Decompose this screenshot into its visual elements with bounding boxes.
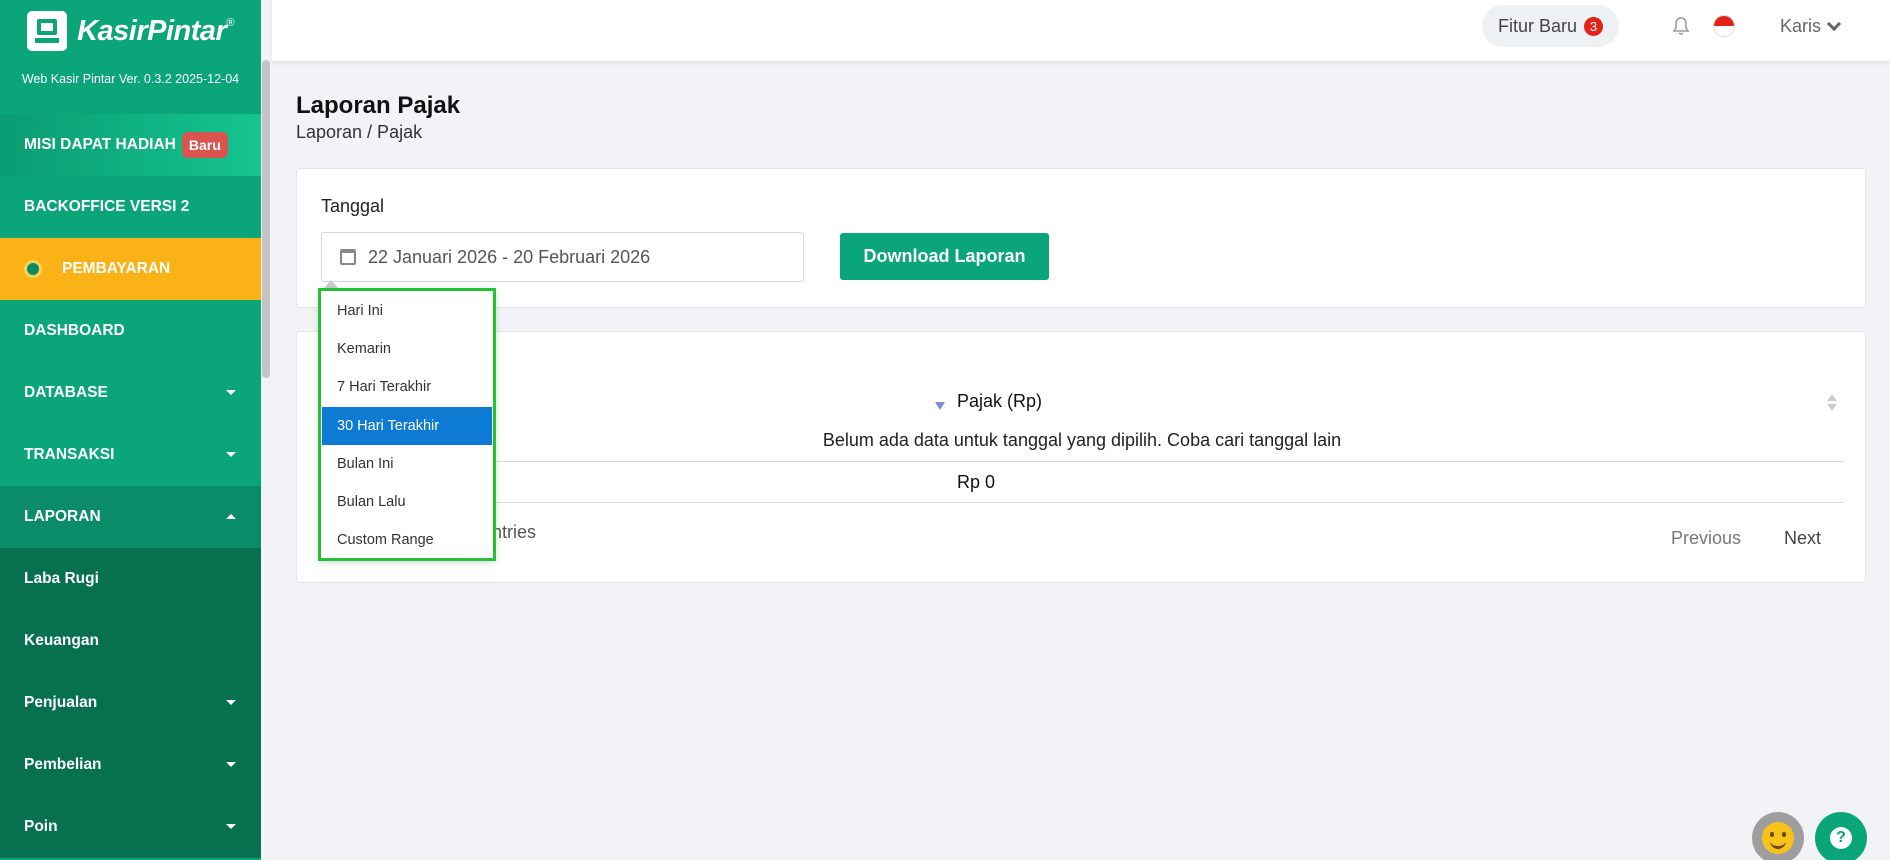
topbar: Fitur Baru 3 Karis xyxy=(272,0,1890,62)
report-table-card: Pajak (Rp) Belum ada data untuk tanggal … xyxy=(296,331,1866,583)
sidebar-item-label: LAPORAN xyxy=(24,508,101,525)
filter-card: Tanggal 22 Januari 2026 - 20 Februari 20… xyxy=(296,168,1866,308)
chevron-down-icon xyxy=(1826,16,1842,32)
smiley-icon xyxy=(1762,822,1794,854)
sidebar-item-label: MISI DAPAT HADIAH xyxy=(24,136,176,153)
fitur-baru-label: Fitur Baru xyxy=(1498,15,1578,36)
empty-table-message: Belum ada data untuk tanggal yang dipili… xyxy=(822,430,1342,450)
sidebar-item-label: DASHBOARD xyxy=(24,322,125,339)
divider xyxy=(321,461,1844,462)
sidebar-item-label: TRANSAKSI xyxy=(24,446,115,463)
range-option-kemarin[interactable]: Kemarin xyxy=(322,330,492,368)
help-button[interactable]: ? xyxy=(1815,812,1867,860)
bell-icon[interactable] xyxy=(1672,16,1690,36)
caret-down-icon xyxy=(226,700,236,705)
sidebar-item-pembayaran[interactable]: PEMBAYARAN xyxy=(0,238,261,300)
sidebar-item-database[interactable]: DATABASE xyxy=(0,362,261,424)
sidebar-item-label: DATABASE xyxy=(24,384,108,401)
caret-down-icon xyxy=(226,452,236,457)
sidebar-item-backoffice[interactable]: BACKOFFICE VERSI 2 xyxy=(0,176,261,238)
page-title: Laporan Pajak xyxy=(296,92,461,119)
divider xyxy=(321,502,1844,503)
submenu-item-pembelian[interactable]: Pembelian xyxy=(0,734,261,796)
download-report-button[interactable]: Download Laporan xyxy=(840,233,1049,280)
indonesia-flag-icon[interactable] xyxy=(1713,15,1735,37)
submenu-item-laba-rugi[interactable]: Laba Rugi xyxy=(0,548,261,610)
submenu-item-penjualan[interactable]: Penjualan xyxy=(0,672,261,734)
user-name: Karis xyxy=(1780,16,1822,36)
dropdown-pointer xyxy=(324,280,338,288)
range-option-30-hari[interactable]: 30 Hari Terakhir xyxy=(322,406,492,445)
total-value: Rp 0 xyxy=(957,472,996,492)
range-option-bulan-lalu[interactable]: Bulan Lalu xyxy=(322,483,492,521)
breadcrumb: Laporan / Pajak xyxy=(296,122,423,142)
sort-icon[interactable] xyxy=(1827,394,1837,411)
caret-up-icon xyxy=(226,514,236,519)
sidebar-item-misi[interactable]: MISI DAPAT HADIAH Baru xyxy=(0,114,261,176)
caret-down-icon xyxy=(226,824,236,829)
sidebar-item-label: BACKOFFICE VERSI 2 xyxy=(24,198,190,215)
range-option-hari-ini[interactable]: Hari Ini xyxy=(322,292,492,330)
submenu-item-poin[interactable]: Poin xyxy=(0,796,261,858)
date-range-dropdown: Hari Ini Kemarin 7 Hari Terakhir 30 Hari… xyxy=(318,288,496,561)
question-icon: ? xyxy=(1830,827,1852,849)
sidebar-scrollbar[interactable] xyxy=(262,60,270,378)
range-option-7-hari[interactable]: 7 Hari Terakhir xyxy=(322,368,492,406)
range-option-bulan-ini[interactable]: Bulan Ini xyxy=(322,445,492,483)
range-option-custom[interactable]: Custom Range xyxy=(322,521,492,559)
brand-name: KasirPintar® xyxy=(77,14,234,47)
submenu-label: Poin xyxy=(24,818,58,835)
submenu-label: Pembelian xyxy=(24,756,102,773)
user-menu[interactable]: Karis xyxy=(1780,16,1842,37)
calendar-icon xyxy=(340,249,356,265)
laporan-submenu: Laba Rugi Keuangan Penjualan Pembelian P… xyxy=(0,548,261,858)
previous-page-button[interactable]: Previous xyxy=(1671,528,1741,549)
sidebar-item-dashboard[interactable]: DASHBOARD xyxy=(0,300,261,362)
date-label: Tanggal xyxy=(321,196,385,216)
feedback-smiley-button[interactable] xyxy=(1752,812,1804,860)
sort-desc-icon[interactable] xyxy=(935,402,945,410)
next-page-button[interactable]: Next xyxy=(1784,528,1821,549)
notification-count-badge: 3 xyxy=(1584,16,1604,36)
fitur-baru-button[interactable]: Fitur Baru 3 xyxy=(1482,5,1620,47)
sidebar: KasirPintar® Web Kasir Pintar Ver. 0.3.2… xyxy=(0,0,261,860)
column-header-pajak[interactable]: Pajak (Rp) xyxy=(957,391,1042,412)
medal-icon xyxy=(24,260,42,278)
caret-down-icon xyxy=(226,390,236,395)
new-badge: Baru xyxy=(181,132,228,158)
brand-block: KasirPintar® Web Kasir Pintar Ver. 0.3.2… xyxy=(0,0,261,114)
sidebar-item-label: PEMBAYARAN xyxy=(62,260,171,277)
caret-down-icon xyxy=(226,762,236,767)
app-version: Web Kasir Pintar Ver. 0.3.2 2025-12-04 xyxy=(21,72,240,86)
submenu-label: Penjualan xyxy=(24,694,98,711)
sidebar-item-laporan[interactable]: LAPORAN xyxy=(0,486,261,548)
submenu-label: Keuangan xyxy=(24,632,99,649)
submenu-item-keuangan[interactable]: Keuangan xyxy=(0,610,261,672)
date-range-input[interactable]: 22 Januari 2026 - 20 Februari 2026 xyxy=(321,232,804,282)
sidebar-item-transaksi[interactable]: TRANSAKSI xyxy=(0,424,261,486)
kasirpintar-logo-icon xyxy=(27,11,68,51)
date-range-value: 22 Januari 2026 - 20 Februari 2026 xyxy=(368,246,651,267)
submenu-label: Laba Rugi xyxy=(24,570,99,587)
